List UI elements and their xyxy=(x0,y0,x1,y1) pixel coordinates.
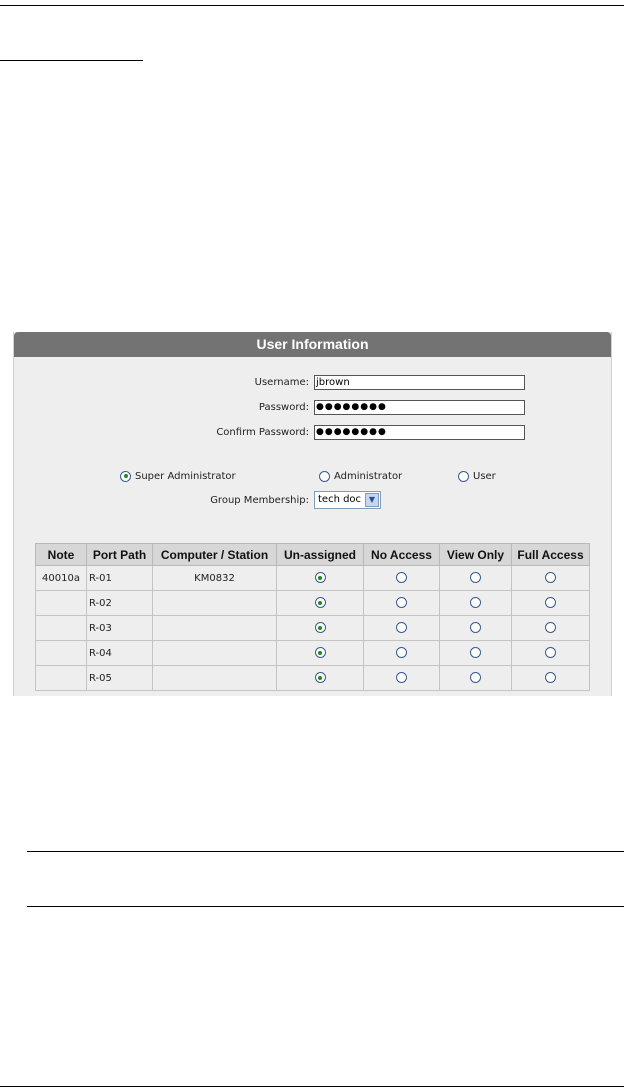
unassigned-radio[interactable] xyxy=(314,597,326,609)
chevron-down-icon[interactable]: ▼ xyxy=(365,493,379,507)
view-only-radio[interactable] xyxy=(470,672,481,684)
user-information-panel: User Information Username: jbrown Passwo… xyxy=(13,332,612,696)
cell-port-path: R-02 xyxy=(86,590,153,616)
cell-view-only xyxy=(439,640,512,666)
role-label: Super Administrator xyxy=(135,471,236,482)
note-rule-bottom xyxy=(27,906,624,907)
table-row: R-02 xyxy=(35,590,590,616)
cell-no-access xyxy=(363,615,440,641)
cell-unassigned xyxy=(276,640,364,666)
table-row: R-04 xyxy=(35,640,590,666)
cell-unassigned xyxy=(276,565,364,591)
radio-icon[interactable] xyxy=(319,470,330,482)
cell-full-access xyxy=(511,665,590,691)
cell-full-access xyxy=(511,615,590,641)
cell-no-access xyxy=(363,565,440,591)
unassigned-radio[interactable] xyxy=(314,622,326,634)
full-access-radio[interactable] xyxy=(545,572,556,584)
unassigned-radio[interactable] xyxy=(314,672,326,684)
username-field[interactable]: jbrown xyxy=(314,375,525,390)
group-selected-value: tech doc xyxy=(318,494,362,505)
cell-port-path: R-04 xyxy=(86,640,153,666)
header-view-only: View Only xyxy=(439,543,512,566)
header-note: Note xyxy=(35,543,87,566)
cell-station xyxy=(152,665,277,691)
view-only-radio[interactable] xyxy=(470,647,481,659)
heading-underline xyxy=(0,60,143,61)
cell-station xyxy=(152,615,277,641)
header-port-path: Port Path xyxy=(86,543,153,566)
cell-no-access xyxy=(363,665,440,691)
password-label: Password: xyxy=(258,402,309,413)
cell-port-path: R-03 xyxy=(86,615,153,641)
username-label: Username: xyxy=(254,377,309,388)
full-access-radio[interactable] xyxy=(545,597,556,609)
unassigned-radio[interactable] xyxy=(314,572,326,584)
cell-note: 40010a xyxy=(35,565,87,591)
table-header-row: Note Port Path Computer / Station Un-ass… xyxy=(35,543,590,566)
cell-note xyxy=(35,665,87,691)
cell-no-access xyxy=(363,640,440,666)
cell-view-only xyxy=(439,665,512,691)
cell-no-access xyxy=(363,590,440,616)
cell-note xyxy=(35,590,87,616)
table-row: 40010a R-01 KM0832 xyxy=(35,565,590,591)
full-access-radio[interactable] xyxy=(545,647,556,659)
cell-unassigned xyxy=(276,590,364,616)
cell-station xyxy=(152,640,277,666)
no-access-radio[interactable] xyxy=(396,597,407,609)
cell-full-access xyxy=(511,640,590,666)
unassigned-radio[interactable] xyxy=(314,647,326,659)
header-no-access: No Access xyxy=(363,543,440,566)
no-access-radio[interactable] xyxy=(396,647,407,659)
password-field[interactable]: ●●●●●●●● xyxy=(314,400,525,415)
confirm-password-field[interactable]: ●●●●●●●● xyxy=(314,425,525,440)
cell-port-path: R-05 xyxy=(86,665,153,691)
no-access-radio[interactable] xyxy=(396,622,407,634)
top-rule xyxy=(0,5,624,6)
full-access-radio[interactable] xyxy=(545,622,556,634)
cell-view-only xyxy=(439,615,512,641)
radio-icon[interactable] xyxy=(458,470,469,482)
no-access-radio[interactable] xyxy=(396,672,407,684)
table-row: R-03 xyxy=(35,615,590,641)
cell-view-only xyxy=(439,565,512,591)
cell-view-only xyxy=(439,590,512,616)
bottom-rule xyxy=(0,1086,624,1087)
note-rule-top xyxy=(27,851,624,852)
cell-station: KM0832 xyxy=(152,565,277,591)
view-only-radio[interactable] xyxy=(470,597,481,609)
full-access-radio[interactable] xyxy=(545,672,556,684)
header-unassigned: Un-assigned xyxy=(276,543,364,566)
cell-note xyxy=(35,640,87,666)
group-membership-select[interactable]: tech doc ▼ xyxy=(314,491,381,509)
cell-port-path: R-01 xyxy=(86,565,153,591)
cell-note xyxy=(35,615,87,641)
role-label: Administrator xyxy=(334,471,403,482)
role-administrator[interactable]: Administrator xyxy=(319,470,402,484)
port-access-table: Note Port Path Computer / Station Un-ass… xyxy=(35,543,590,691)
group-membership-label: Group Membership: xyxy=(210,495,309,506)
view-only-radio[interactable] xyxy=(470,572,481,584)
cell-unassigned xyxy=(276,665,364,691)
panel-title: User Information xyxy=(14,332,611,357)
header-full-access: Full Access xyxy=(511,543,590,566)
header-computer-station: Computer / Station xyxy=(152,543,277,566)
cell-unassigned xyxy=(276,615,364,641)
table-row: R-05 xyxy=(35,665,590,691)
cell-station xyxy=(152,590,277,616)
confirm-password-label: Confirm Password: xyxy=(216,427,309,438)
radio-selected-icon[interactable] xyxy=(120,470,131,482)
no-access-radio[interactable] xyxy=(396,572,407,584)
role-label: User xyxy=(473,471,496,482)
cell-full-access xyxy=(511,565,590,591)
role-user[interactable]: User xyxy=(458,470,496,484)
role-super-administrator[interactable]: Super Administrator xyxy=(120,470,236,484)
cell-full-access xyxy=(511,590,590,616)
view-only-radio[interactable] xyxy=(470,622,481,634)
